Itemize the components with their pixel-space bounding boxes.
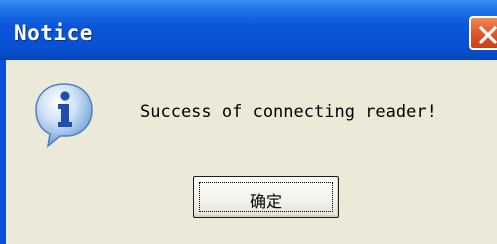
info-icon	[35, 83, 93, 148]
ok-button-label: 确定	[249, 192, 282, 211]
notice-message: Success of connecting reader!	[140, 102, 437, 122]
title-bar[interactable]: Notice	[0, 0, 497, 60]
dialog-title: Notice	[14, 21, 93, 45]
close-button[interactable]	[469, 16, 497, 50]
notice-dialog: Notice Success of connecting reader! 确定	[0, 0, 497, 244]
ok-button[interactable]: 确定	[193, 176, 339, 218]
close-icon	[479, 26, 497, 44]
